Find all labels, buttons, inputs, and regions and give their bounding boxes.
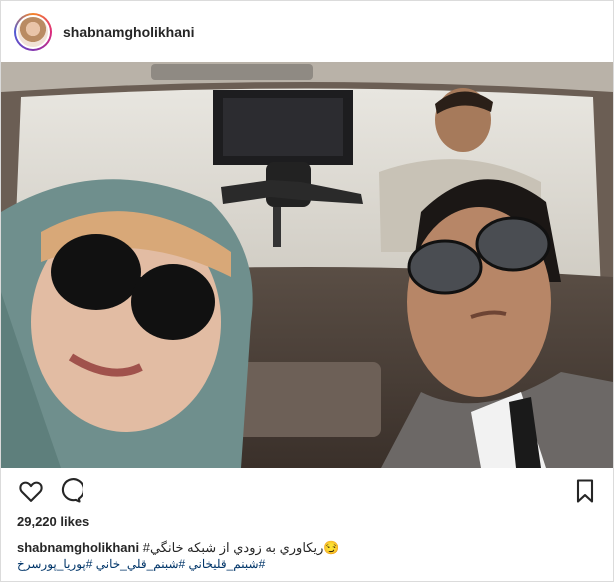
- caption-username[interactable]: shabnamgholikhani: [17, 540, 139, 555]
- username[interactable]: shabnamgholikhani: [63, 24, 194, 40]
- heart-icon[interactable]: [17, 477, 45, 505]
- post-header: shabnamgholikhani: [1, 1, 613, 62]
- post-photo[interactable]: [1, 62, 613, 468]
- action-bar: [1, 477, 613, 505]
- bookmark-icon[interactable]: [571, 477, 599, 505]
- caption-text: #ريكاوري به زودي از شبكه خانگي: [142, 540, 324, 555]
- like-count[interactable]: 29,220 likes: [17, 514, 89, 529]
- caption: shabnamgholikhani #ريكاوري به زودي از شب…: [17, 538, 340, 558]
- comment-icon[interactable]: [55, 477, 85, 505]
- post-card: shabnamgholikhani 29,220 likes shabnamgh…: [0, 0, 614, 582]
- selfie-in-car-photo: [1, 62, 613, 468]
- hashtags[interactable]: #شبنم_قليخاني #شبنم_قلي_خاني #پوريا_پورس…: [17, 557, 265, 571]
- avatar-image: [16, 14, 50, 49]
- avatar[interactable]: [14, 12, 52, 51]
- caption-emoji: 😏: [323, 540, 340, 555]
